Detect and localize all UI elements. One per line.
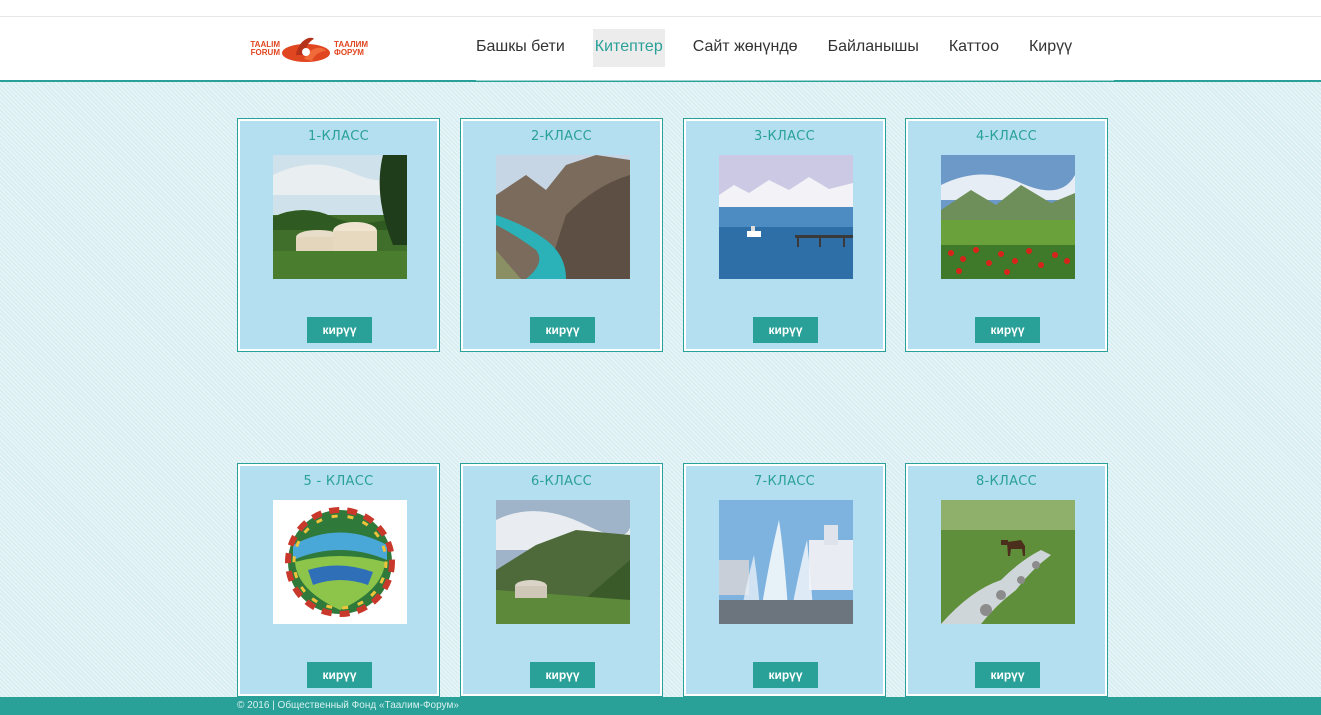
enter-button[interactable]: кирүү [975,662,1040,688]
lake-with-mountains-image[interactable] [719,155,853,279]
card-title: 7-КЛАСС [753,474,816,489]
yurts-in-meadow-image[interactable] [273,155,407,279]
card-title: 4-КЛАСС [975,129,1038,144]
book-card-grade-6: 6-КЛАСС кирүү [460,463,663,697]
enter-button[interactable]: кирүү [530,662,595,688]
enter-button[interactable]: кирүү [975,317,1040,343]
site-footer: © 2016 | Общественный Фонд «Таалим-Форум… [0,697,1321,715]
enter-button[interactable]: кирүү [307,662,372,688]
nav-login[interactable]: Кирүү [1029,29,1072,67]
nav-underline [476,80,1114,81]
yurt-in-valley-image[interactable] [496,500,630,624]
nav-home[interactable]: Башкы бети [476,29,565,67]
enter-button[interactable]: кирүү [530,317,595,343]
taalim-forum-logo[interactable]: TAALIM FORUM ТААЛИМ ФОРУМ [236,33,386,65]
city-fountain-image[interactable] [719,500,853,624]
book-card-grade-2: 2-КЛАСС кирүү [460,118,663,352]
card-title: 8-КЛАСС [975,474,1038,489]
nav-about[interactable]: Сайт жөнүндө [693,29,798,67]
book-card-grade-3: 3-КЛАСС кирүү [683,118,886,352]
card-title: 1-КЛАСС [307,129,370,144]
copyright-text: © 2016 | Общественный Фонд «Таалим-Форум… [237,700,459,711]
nav-contacts[interactable]: Байланышы [828,29,919,67]
horse-by-stream-image[interactable] [941,500,1075,624]
book-card-grade-5: 5 - КЛАСС кирүү [237,463,440,697]
book-card-grade-1: 1-КЛАСС кирүү [237,118,440,352]
enter-button[interactable]: кирүү [307,317,372,343]
logo-emblem-icon [282,37,330,62]
book-card-grade-7: 7-КЛАСС кирүү [683,463,886,697]
card-title: 3-КЛАСС [753,129,816,144]
site-header: TAALIM FORUM ТААЛИМ ФОРУМ Башкы бети Кит… [0,17,1321,82]
book-card-grade-8: 8-КЛАСС кирүү [905,463,1108,697]
card-title: 2-КЛАСС [530,129,593,144]
painted-landscape-circle-image[interactable] [273,500,407,624]
turquoise-river-canyon-image[interactable] [496,155,630,279]
nav-register[interactable]: Каттоо [949,29,999,67]
nav-books[interactable]: Китептер [592,29,665,67]
logo-text-cyrillic: ТААЛИМ ФОРУМ [334,40,369,57]
enter-button[interactable]: кирүү [753,317,818,343]
top-strip [0,0,1321,17]
card-title: 6-КЛАСС [530,474,593,489]
main-nav: Башкы бети Китептер Сайт жөнүндө Байланы… [476,29,1102,67]
book-card-grade-4: 4-КЛАСС кирүү [905,118,1108,352]
card-title: 5 - КЛАСС [303,474,374,489]
logo-text-latin: TAALIM FORUM [250,40,280,57]
poppy-field-mountains-image[interactable] [941,155,1075,279]
enter-button[interactable]: кирүү [753,662,818,688]
